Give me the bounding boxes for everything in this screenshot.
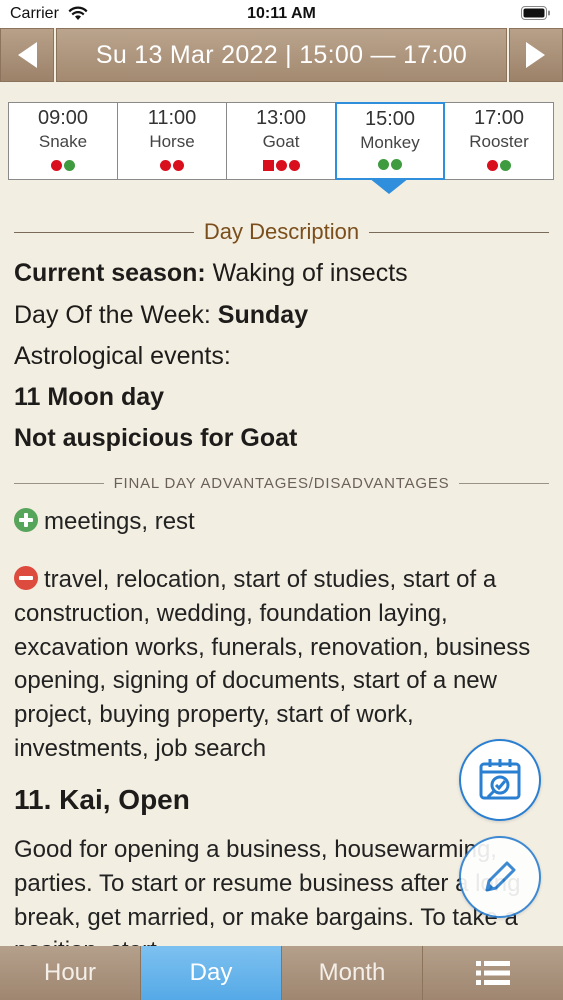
hour-rating [337,159,443,170]
date-range-display[interactable]: Su 13 Mar 2022 | 15:00 — 17:00 [56,28,507,82]
date-navigation-bar: Su 13 Mar 2022 | 15:00 — 17:00 [0,28,563,82]
bottom-tab-bar: Hour Day Month [0,946,563,1000]
battery-icon [521,6,551,25]
hour-slot-1300[interactable]: 13:00 Goat [226,102,336,180]
section-title: FINAL DAY ADVANTAGES/DISADVANTAGES [113,475,450,492]
season-value: Waking of insects [212,259,408,287]
chevron-right-icon [526,42,545,68]
previous-period-button[interactable] [0,28,54,82]
status-bar: Carrier 10:11 AM [0,0,563,28]
not-auspicious-note: Not auspicious for Goat [14,424,298,452]
red-dot-icon [160,160,171,171]
hour-rating [118,160,226,171]
hour-time: 17:00 [473,107,525,129]
weekday-label: Day Of the Week: [14,301,211,329]
calendar-check-icon [479,759,521,800]
advantages-bad: travel, relocation, start of studies, st… [14,563,554,766]
next-period-button[interactable] [509,28,563,82]
tab-month[interactable]: Month [282,946,423,1000]
green-dot-icon [378,159,389,170]
selected-hour-pointer [369,178,409,194]
red-dot-icon [275,160,287,171]
hour-animal: Goat [262,132,300,151]
hour-animal: Horse [149,132,195,151]
minus-circle-icon [14,566,38,590]
green-dot-icon [64,160,75,171]
red-dot-icon [173,160,184,171]
tab-hour[interactable]: Hour [0,946,141,1000]
hour-slot-1100[interactable]: 11:00 Horse [117,102,227,180]
clock-time: 10:11 AM [247,5,316,22]
astro-events-label: Astrological events: [14,342,231,370]
hour-time: 15:00 [364,108,416,130]
red-dot-icon [51,160,62,171]
hour-slot-1700[interactable]: 17:00 Rooster [444,102,554,180]
chevron-left-icon [18,42,37,68]
day-description-header: Day Description [14,219,549,245]
red-square-icon [262,160,274,171]
hour-time: 11:00 [147,107,197,129]
pencil-icon [485,861,516,892]
green-dot-icon [500,160,511,171]
moon-day: 11 Moon day [14,383,165,411]
green-dot-icon [391,159,402,170]
red-dot-icon [487,160,498,171]
tab-day[interactable]: Day [141,946,282,1000]
hour-time: 09:00 [37,107,89,129]
plus-circle-icon [14,508,38,532]
edit-fab-button[interactable] [459,836,541,918]
hour-rating [9,160,117,171]
hour-slot-0900[interactable]: 09:00 Snake [8,102,118,180]
season-label: Current season: [14,259,206,287]
hour-rating [445,160,553,171]
list-icon [476,961,510,985]
bad-activities: travel, relocation, start of studies, st… [14,566,531,762]
section-title: Day Description [203,219,360,244]
hour-selector: 09:00 Snake 11:00 Horse 13:00 Goat 15:00… [8,102,556,180]
hour-time: 13:00 [255,107,307,129]
hour-rating [227,160,335,171]
hour-animal: Monkey [360,133,420,152]
current-season-line: Current season: Waking of insects [14,256,554,290]
officer-title: 11. Kai, Open [14,784,190,815]
weekday-value: Sunday [217,301,309,329]
hour-animal: Rooster [469,132,529,151]
red-dot-icon [288,160,300,171]
good-activities: meetings, rest [44,508,195,535]
weekday-line: Day Of the Week: Sunday [14,298,554,332]
hour-animal: Snake [38,132,88,151]
calendar-fab-button[interactable] [459,739,541,821]
menu-button[interactable] [423,946,563,1000]
advantages-good: meetings, rest [14,505,554,539]
advantages-header: FINAL DAY ADVANTAGES/DISADVANTAGES [14,475,550,492]
hour-slot-1500[interactable]: 15:00 Monkey [335,102,445,180]
